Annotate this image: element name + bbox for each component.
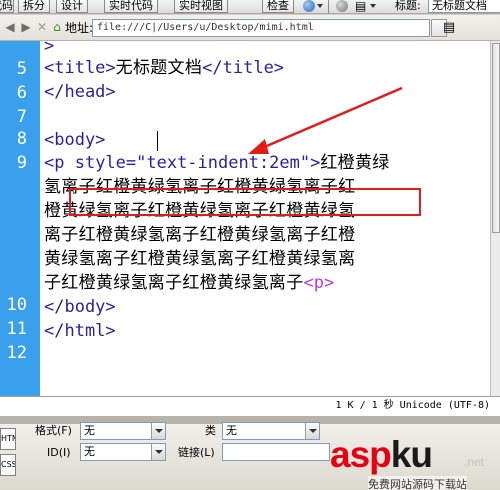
p-tag-end: >: [310, 153, 321, 173]
css-mode-button[interactable]: CSS: [0, 454, 16, 476]
design-view-button[interactable]: 设计: [56, 0, 88, 13]
html-mode-button[interactable]: HTML: [0, 428, 16, 450]
home-icon[interactable]: ⌂: [50, 20, 64, 34]
back-icon[interactable]: ◀: [3, 20, 17, 34]
format-label: 格式(F): [35, 424, 72, 437]
code-editor[interactable]: > <title>无标题文档</title> </head> <body> <p…: [40, 41, 490, 396]
stop-icon[interactable]: ✕: [35, 20, 49, 34]
wrapped-text-line: 黄绿氢离子红橙黄绿氢离子红橙黄绿氢离: [44, 249, 356, 269]
line-number: 8: [16, 129, 27, 149]
format-select[interactable]: 无: [80, 422, 166, 440]
id-value: 无: [84, 445, 95, 458]
class-label: 类: [205, 424, 216, 437]
chevron-down-icon: [305, 423, 319, 439]
watermark-domain: .net: [464, 455, 485, 469]
code-line-8: <body>: [44, 130, 106, 150]
link-label: 链接(L): [178, 446, 215, 459]
line-number: 5: [16, 59, 27, 79]
paragraph-text: 红橙黄绿: [320, 153, 390, 173]
forward-icon[interactable]: ▶: [19, 20, 33, 34]
document-title-input[interactable]: 无标题文档: [428, 0, 500, 13]
id-select[interactable]: 无: [80, 443, 166, 461]
line-number: 6: [16, 83, 27, 103]
paragraph-text-end: 子红橙黄绿氢离子红橙黄绿氢离子: [44, 273, 304, 293]
line-number: 7: [16, 107, 27, 127]
watermark-brand: aspku: [330, 434, 433, 475]
class-value: 无: [226, 424, 237, 437]
code-line-6: </head>: [44, 82, 116, 102]
watermark-slogan: 免费网站源码下载站: [368, 476, 467, 490]
browser-options-icon[interactable]: ▤: [440, 20, 458, 36]
watermark-logo: aspku .net 免费网站源码下载站: [330, 435, 500, 490]
code-line-11: </html>: [44, 321, 116, 341]
code-line-10: </body>: [44, 297, 116, 317]
browser-preview-icon[interactable]: [303, 0, 315, 12]
code-line-9: <p style="text-indent:2em">红橙黄绿: [44, 152, 390, 174]
line-number: 12: [6, 343, 27, 363]
title-text: 无标题文档: [115, 58, 203, 78]
chevron-down-icon: [151, 444, 165, 460]
address-label: 地址:: [65, 21, 94, 35]
live-code-button[interactable]: 实时代码: [104, 0, 158, 13]
title-label: 标题:: [395, 0, 421, 12]
class-select[interactable]: 无: [222, 422, 320, 440]
split-view-button[interactable]: 拆分: [18, 0, 50, 13]
document-toolbar: 代码 拆分 设计 实时代码 实时视图 检查 ▤ 标题: 无标题文档: [0, 0, 500, 14]
style-attribute: style="text-indent:2em": [74, 153, 311, 173]
text-cursor: [157, 131, 158, 151]
status-bar: 1 K / 1 秒 Unicode (UTF-8): [0, 396, 500, 416]
live-view-button[interactable]: 实时视图: [174, 0, 228, 13]
link-input[interactable]: [222, 443, 330, 461]
title-close-tag: </title>: [202, 58, 285, 78]
wrapped-text-line: 离子红橙黄绿氢离子红橙黄绿氢离子红橙: [44, 225, 356, 245]
chevron-down-icon[interactable]: [370, 4, 376, 8]
scrollbar-thumb[interactable]: [492, 43, 500, 233]
view-options-icon[interactable]: ▤: [355, 0, 366, 12]
address-bar: ◀ ▶ ✕ ⌂ 地址: file:///C|/Users/u/Desktop/m…: [0, 15, 500, 41]
line-number: 9: [16, 153, 27, 173]
refresh-icon[interactable]: [336, 0, 348, 12]
status-text: 1 K / 1 秒 Unicode (UTF-8): [335, 400, 491, 411]
code-line-5: <title>无标题文档</title>: [44, 57, 284, 79]
toolbar-divider: [328, 0, 329, 13]
line-number-gutter: 5 6 7 8 9 10 11 12: [0, 41, 40, 396]
p-tag-inline: <p>: [303, 273, 335, 293]
address-input[interactable]: file:///C|/Users/u/Desktop/mimi.html: [92, 19, 430, 37]
highlight-box: [69, 188, 421, 216]
format-value: 无: [84, 424, 95, 437]
inspect-button[interactable]: 检查: [262, 0, 294, 13]
wrapped-text-line: 子红橙黄绿氢离子红橙黄绿氢离子<p>: [44, 272, 334, 294]
line-number: 11: [6, 319, 27, 339]
code-line-partial: >: [44, 41, 55, 56]
code-view-button[interactable]: 代码: [0, 0, 14, 13]
chevron-down-icon[interactable]: [317, 4, 323, 8]
line-number: 10: [6, 295, 27, 315]
title-open-tag: <title>: [44, 58, 116, 78]
p-tag-start: <p: [44, 153, 75, 173]
vertical-scrollbar[interactable]: [490, 41, 500, 396]
chevron-down-icon: [151, 423, 165, 439]
id-label: ID(I): [47, 446, 71, 459]
